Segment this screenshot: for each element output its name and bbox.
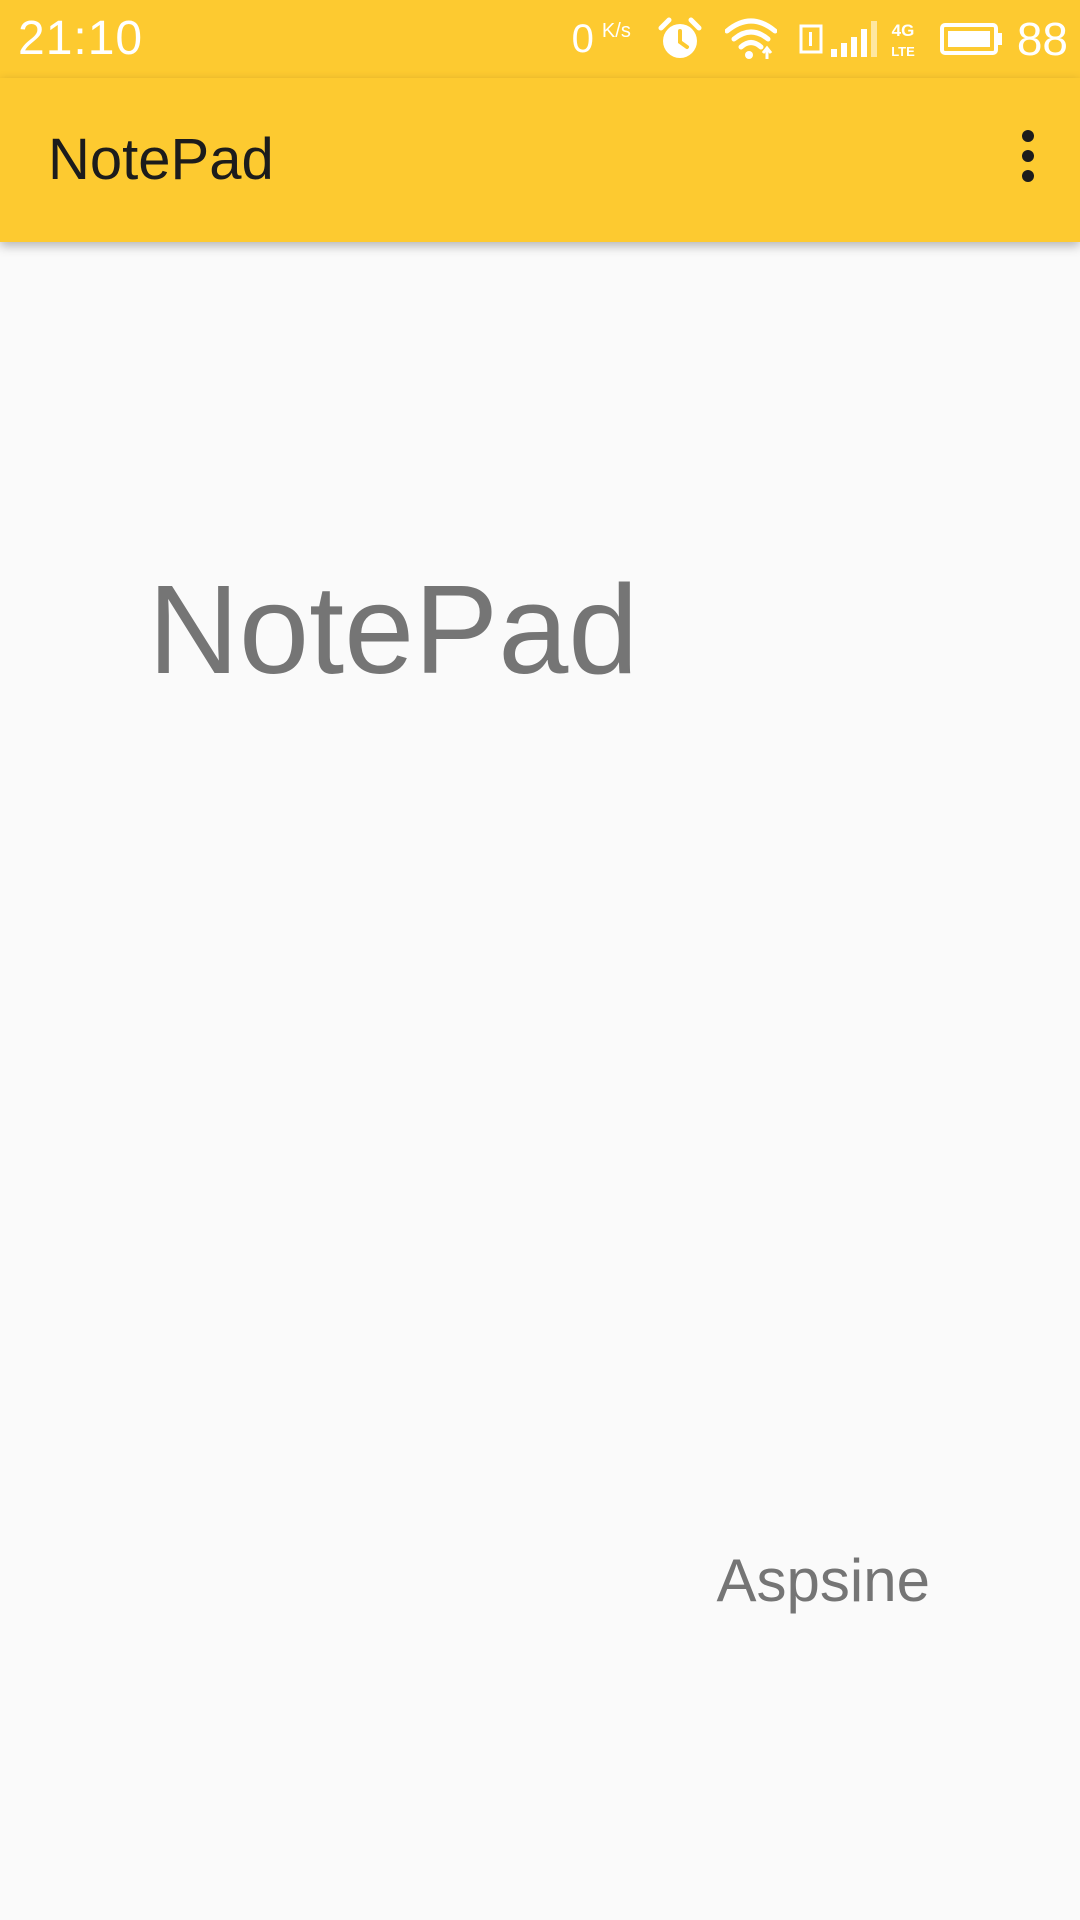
app-bar: NotePad bbox=[0, 78, 1080, 242]
status-time: 21:10 bbox=[18, 12, 144, 65]
wifi-icon bbox=[724, 18, 777, 59]
status-icons: 0 K/s 4G LTE 88 bbox=[572, 10, 1068, 68]
lte-label: LTE bbox=[891, 44, 915, 59]
app-title: NotePad bbox=[48, 127, 274, 192]
splash-author-name: Aspsine bbox=[716, 1547, 930, 1614]
alarm-icon bbox=[658, 17, 702, 58]
network-speed-value: 0 bbox=[571, 17, 594, 61]
battery-level: 88 bbox=[1016, 13, 1068, 65]
network-speed: 0 K/s bbox=[572, 10, 631, 68]
4g-lte-icon: 4G LTE bbox=[891, 21, 915, 59]
status-bar: 21:10 0 K/s 4G LTE 88 bbox=[0, 0, 1080, 78]
splash-app-name: NotePad bbox=[148, 559, 639, 700]
cellular-signal-icon bbox=[830, 21, 877, 57]
more-vert-icon bbox=[1022, 130, 1034, 182]
battery-icon bbox=[939, 23, 1002, 55]
sim-card-icon bbox=[799, 24, 823, 54]
more-options-button[interactable] bbox=[992, 114, 1064, 202]
4g-label: 4G bbox=[891, 21, 914, 40]
network-speed-unit: K/s bbox=[601, 20, 631, 42]
